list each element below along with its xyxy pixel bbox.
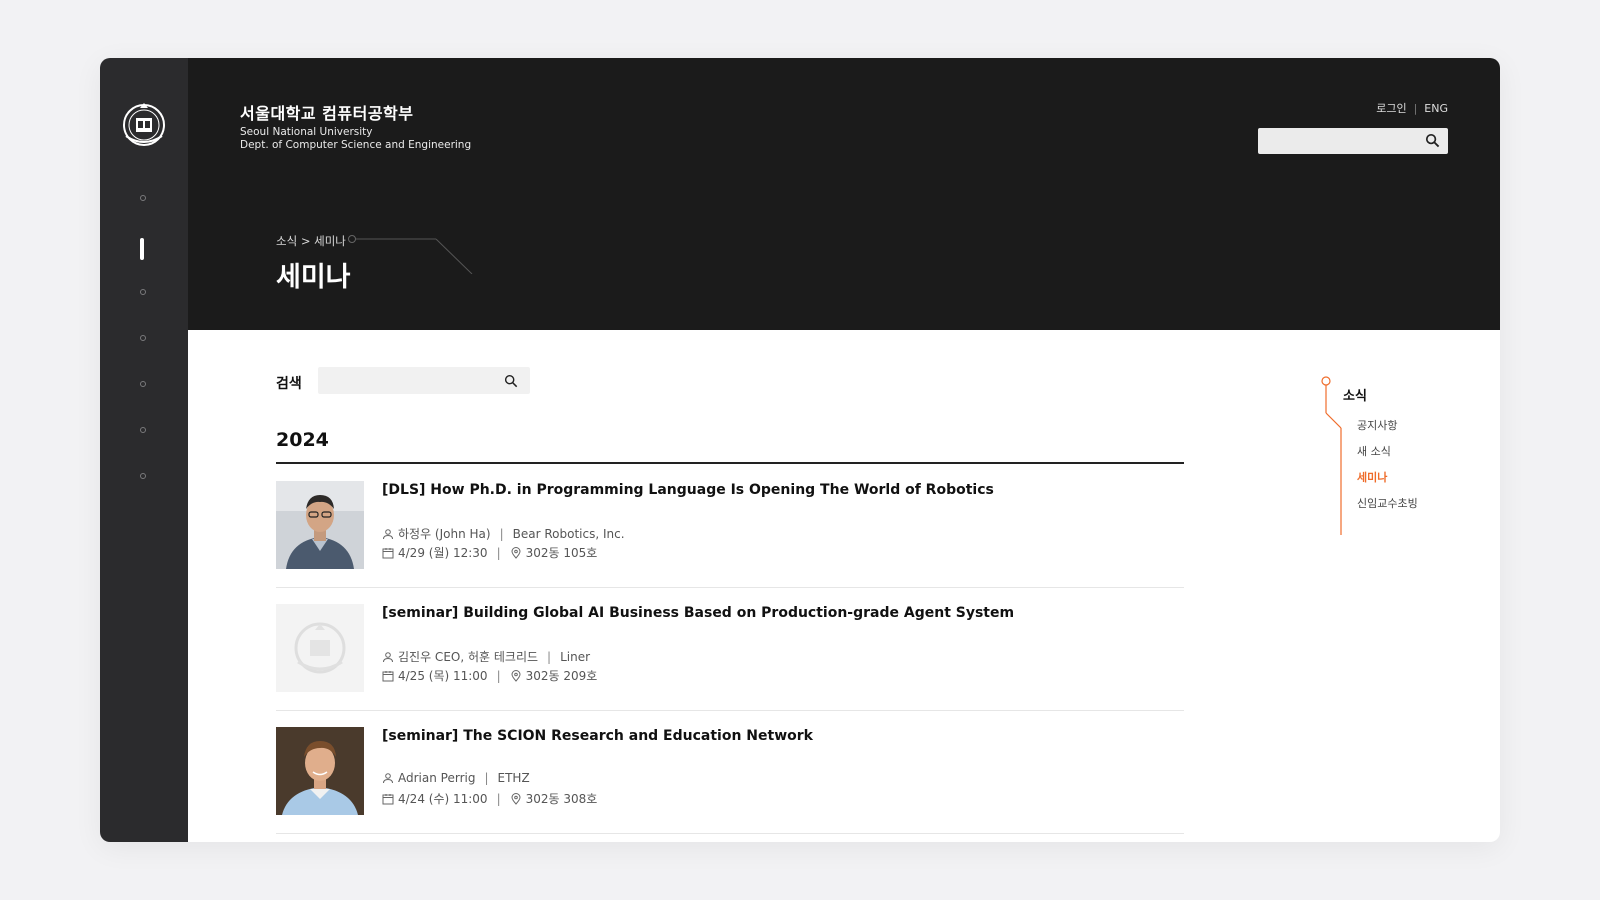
schedule-row: 4/29 (월) 12:30 | 302동 105호	[382, 544, 597, 561]
year-heading: 2024	[276, 429, 329, 451]
seminar-list-item[interactable]: [seminar] Building Global AI Business Ba…	[276, 587, 1184, 711]
page-title: 세미나	[276, 262, 351, 293]
breadcrumb: 소식 > 세미나	[276, 233, 346, 249]
login-link[interactable]: 로그인	[1376, 102, 1406, 115]
seminar-search-box[interactable]	[318, 367, 530, 394]
seminar-list-item[interactable]: [seminar] The SCION Research and Educati…	[276, 710, 1184, 834]
seminar-datetime: 4/24 (수) 11:00	[398, 792, 488, 806]
divider: |	[496, 545, 501, 560]
page-header: 서울대학교 컴퓨터공학부 Seoul National University D…	[188, 58, 1500, 330]
main-content: 검색 2024 [DLS] How Ph.D. in Programming L…	[188, 330, 1500, 842]
side-nav-item-faculty-recruitment[interactable]: 신임교수초빙	[1357, 495, 1418, 511]
person-icon	[383, 651, 393, 662]
location-pin-icon	[511, 546, 521, 559]
person-icon	[383, 773, 393, 784]
brand-name-korean[interactable]: 서울대학교 컴퓨터공학부	[240, 100, 414, 124]
search-icon[interactable]	[1425, 133, 1440, 152]
rail-nav-dot[interactable]	[140, 427, 146, 433]
side-navigation: 소식 공지사항 새 소식 세미나 신임교수초빙	[1321, 375, 1461, 535]
side-nav-item-notices[interactable]: 공지사항	[1357, 417, 1397, 433]
seminar-list-item[interactable]: [DLS] How Ph.D. in Programming Language …	[276, 464, 1184, 588]
divider: |	[484, 771, 489, 785]
seminar-title[interactable]: [seminar] Building Global AI Business Ba…	[382, 605, 1014, 621]
calendar-icon	[382, 547, 394, 558]
language-link[interactable]: ENG	[1424, 102, 1448, 115]
breadcrumb-decoration	[348, 235, 473, 274]
header-search-field[interactable]	[1258, 128, 1448, 154]
search-label: 검색	[276, 376, 302, 392]
search-icon[interactable]	[504, 373, 518, 392]
breadcrumb-current: 세미나	[314, 234, 346, 248]
browser-window: 서울대학교 컴퓨터공학부 Seoul National University D…	[100, 58, 1500, 842]
rail-nav-dot[interactable]	[140, 335, 146, 341]
rail-nav-dot[interactable]	[140, 195, 146, 201]
calendar-icon	[382, 793, 394, 804]
side-nav-item-news[interactable]: 새 소식	[1357, 443, 1391, 459]
speaker-name: Adrian Perrig	[398, 771, 476, 785]
side-nav-item-seminar[interactable]: 세미나	[1357, 469, 1387, 485]
brand-department-english: Dept. of Computer Science and Engineerin…	[240, 139, 472, 151]
speaker-photo[interactable]	[276, 727, 364, 815]
rail-nav-active-indicator[interactable]	[140, 238, 144, 260]
speaker-affiliation: Liner	[560, 649, 591, 664]
speaker-row: 하정우 (John Ha) | Bear Robotics, Inc.	[382, 525, 625, 542]
rail-nav-dot[interactable]	[140, 473, 146, 479]
divider: |	[1413, 102, 1418, 115]
snu-logo-icon[interactable]	[118, 98, 170, 150]
location-pin-icon	[511, 669, 521, 682]
speaker-affiliation: Bear Robotics, Inc.	[512, 526, 625, 541]
schedule-row: 4/25 (목) 11:00 | 302동 209호	[382, 667, 597, 684]
seminar-location: 302동 105호	[525, 546, 598, 560]
rail-nav-dot[interactable]	[140, 381, 146, 387]
seminar-datetime: 4/29 (월) 12:30	[398, 546, 488, 560]
person-icon	[383, 528, 393, 539]
seminar-datetime: 4/25 (목) 11:00	[398, 669, 488, 683]
speaker-name: 하정우 (John Ha)	[398, 527, 491, 541]
speaker-photo[interactable]	[276, 481, 364, 569]
top-links: 로그인 | ENG	[1376, 100, 1448, 116]
seminar-title[interactable]: [DLS] How Ph.D. in Programming Language …	[382, 482, 994, 498]
speaker-affiliation: ETHZ	[497, 771, 530, 785]
seminar-location: 302동 308호	[525, 792, 598, 806]
breadcrumb-separator: >	[300, 234, 311, 248]
seminar-search-input[interactable]	[318, 367, 504, 394]
schedule-row: 4/24 (수) 11:00 | 302동 308호	[382, 790, 597, 807]
brand-name-english: Seoul National University	[240, 126, 373, 138]
left-rail	[100, 58, 188, 842]
speaker-row: 김진우 CEO, 허훈 테크리드 | Liner	[382, 648, 590, 665]
side-nav-title[interactable]: 소식	[1343, 385, 1367, 404]
seminar-title[interactable]: [seminar] The SCION Research and Educati…	[382, 728, 813, 744]
calendar-icon	[382, 670, 394, 681]
rail-nav-dot[interactable]	[140, 289, 146, 295]
divider: |	[499, 526, 504, 541]
divider: |	[496, 791, 501, 806]
breadcrumb-parent[interactable]: 소식	[276, 234, 297, 248]
divider: |	[496, 668, 501, 683]
placeholder-logo-image[interactable]	[276, 604, 364, 692]
divider: |	[547, 649, 552, 664]
location-pin-icon	[511, 792, 521, 805]
seminar-location: 302동 209호	[525, 669, 598, 683]
speaker-row: Adrian Perrig | ETHZ	[382, 771, 530, 785]
speaker-name: 김진우 CEO, 허훈 테크리드	[398, 650, 539, 664]
